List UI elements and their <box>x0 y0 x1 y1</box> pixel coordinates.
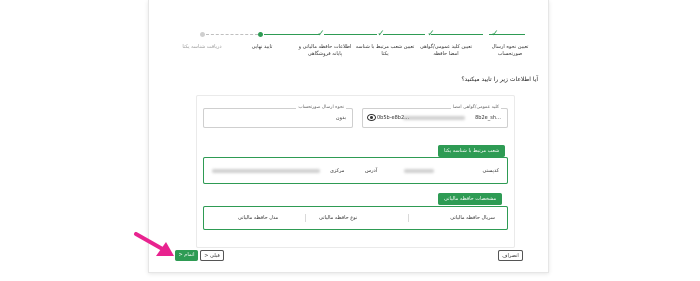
summary-panel: کلید عمومی/گواهی امضا …8b2e_sh …0b5b-e8b… <box>196 95 515 248</box>
finish-button[interactable]: اتمام < <box>175 250 198 261</box>
divider <box>305 214 306 222</box>
public-key-value-masked <box>403 116 465 120</box>
invoice-method-field: نحوه ارسال صورتحساب بدون <box>203 105 353 128</box>
divider <box>408 214 409 222</box>
step-4-label: اطلاعات حافظه مالیاتی و پایانه فروشگاهی <box>298 44 352 57</box>
branches-badge: شعب مرتبط با شناسه یکتا <box>438 145 506 157</box>
finish-label: اتمام <box>184 252 195 258</box>
step-6-label: دریافت شناسه یکتا <box>182 44 222 50</box>
memory-model-label: مدل حافظه مالیاتی <box>238 215 279 221</box>
public-key-value-suffix: …0b5b-e8b2 <box>377 115 410 121</box>
branch-type-label: مرکزی <box>330 168 345 174</box>
branch-address-masked <box>212 169 320 173</box>
stepper-line <box>383 34 425 35</box>
cancel-button[interactable]: انصراف <box>498 250 523 261</box>
step-2-check-icon: ✓ <box>427 29 435 39</box>
tax-memory-box: سریال حافظه مالیاتی نوع حافظه مالیاتی مد… <box>203 206 508 230</box>
public-key-label: کلید عمومی/گواهی امضا <box>450 105 501 110</box>
memory-type-label: نوع حافظه مالیاتی <box>319 215 358 221</box>
step-3-check-icon: ✓ <box>377 29 385 39</box>
step-6-pending-dot <box>200 32 205 37</box>
step-5-current-dot <box>258 32 263 37</box>
stepper-line <box>206 34 258 35</box>
branch-address-label: آدرس <box>365 168 378 174</box>
memory-serial-label: سریال حافظه مالیاتی <box>450 215 495 221</box>
wizard-card: ✓ ✓ ✓ ✓ تعیین نحوه ارسال صورتحساب تعیین … <box>148 0 549 273</box>
public-key-value-prefix: …8b2e_sh <box>475 115 501 121</box>
annotation-arrow-icon <box>134 232 174 256</box>
step-1-label: تعیین نحوه ارسال صورتحساب <box>491 44 529 57</box>
public-key-field: کلید عمومی/گواهی امضا …8b2e_sh …0b5b-e8b… <box>362 105 508 128</box>
branch-postal-label: کدپستی <box>482 168 499 174</box>
eye-icon[interactable] <box>367 114 376 121</box>
step-3-label: تعیین شعب مرتبط با شناسه یکتا <box>355 44 415 57</box>
stepper-line <box>431 34 483 35</box>
stepper-line <box>264 34 319 35</box>
back-button[interactable]: قبلی < <box>200 250 224 261</box>
branches-box: کدپستی آدرس مرکزی <box>203 157 508 184</box>
stepper-line <box>324 34 377 35</box>
confirm-question: آیا اطلاعات زیر را تایید میکنید؟ <box>461 76 538 83</box>
step-4-check-icon: ✓ <box>317 29 325 39</box>
branch-code-masked <box>404 169 434 173</box>
back-label: قبلی <box>210 253 220 259</box>
step-2-label: تعیین کلید عمومی/گواهی امضا حافظه <box>419 44 473 57</box>
step-5-label: تایید نهایی <box>251 44 273 50</box>
tax-memory-badge: مشخصات حافظه مالیاتی <box>438 193 503 205</box>
invoice-method-label: نحوه ارسال صورتحساب <box>296 105 346 110</box>
chevron-left-icon: < <box>178 252 183 258</box>
step-1-check-icon: ✓ <box>491 29 499 39</box>
invoice-method-value: بدون <box>335 115 346 121</box>
chevron-left-icon: < <box>204 253 209 259</box>
